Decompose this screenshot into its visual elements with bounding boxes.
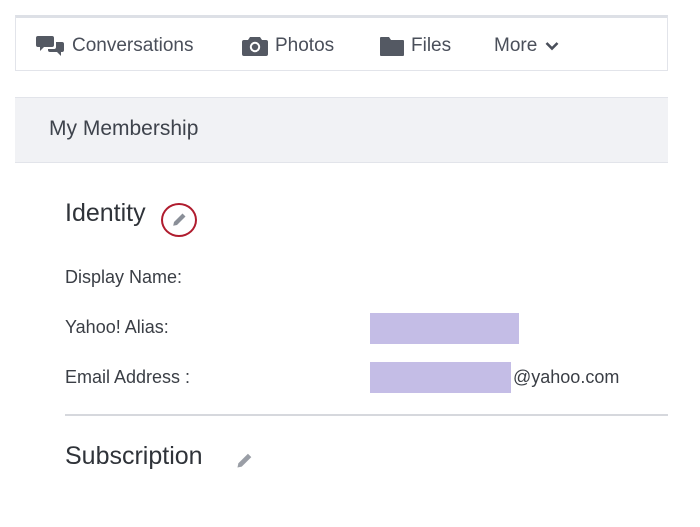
membership-title: My Membership [49,117,199,140]
nav-conversations-label: Conversations [72,35,194,56]
section-divider [65,414,668,416]
nav-conversations[interactable]: Conversations [36,32,193,60]
email-address-value-redacted [370,362,511,393]
nav-more[interactable]: More [494,32,559,60]
nav-files-label: Files [411,35,452,56]
folder-icon [379,35,405,57]
group-page: Conversations Photos Files More My Membe… [15,15,668,485]
nav-files[interactable]: Files [379,32,451,60]
group-nav-bar: Conversations Photos Files More [15,15,668,71]
email-domain-suffix: @yahoo.com [513,367,620,387]
chat-bubbles-icon [36,34,66,58]
yahoo-alias-value-redacted [370,313,519,344]
display-name-label: Display Name: [65,267,183,287]
edit-identity-button[interactable] [161,203,197,237]
edit-subscription-button[interactable] [235,452,253,470]
yahoo-alias-label: Yahoo! Alias: [65,317,169,337]
nav-more-label: More [494,35,538,56]
pencil-icon [237,453,252,468]
camera-icon [241,35,269,57]
subscription-title: Subscription [65,442,203,470]
pencil-icon [173,213,186,226]
membership-header: My Membership [15,97,668,163]
chevron-down-icon [545,41,559,51]
nav-photos-label: Photos [275,35,335,56]
nav-photos[interactable]: Photos [241,32,334,60]
identity-title: Identity [65,199,146,227]
email-address-label: Email Address : [65,367,191,387]
